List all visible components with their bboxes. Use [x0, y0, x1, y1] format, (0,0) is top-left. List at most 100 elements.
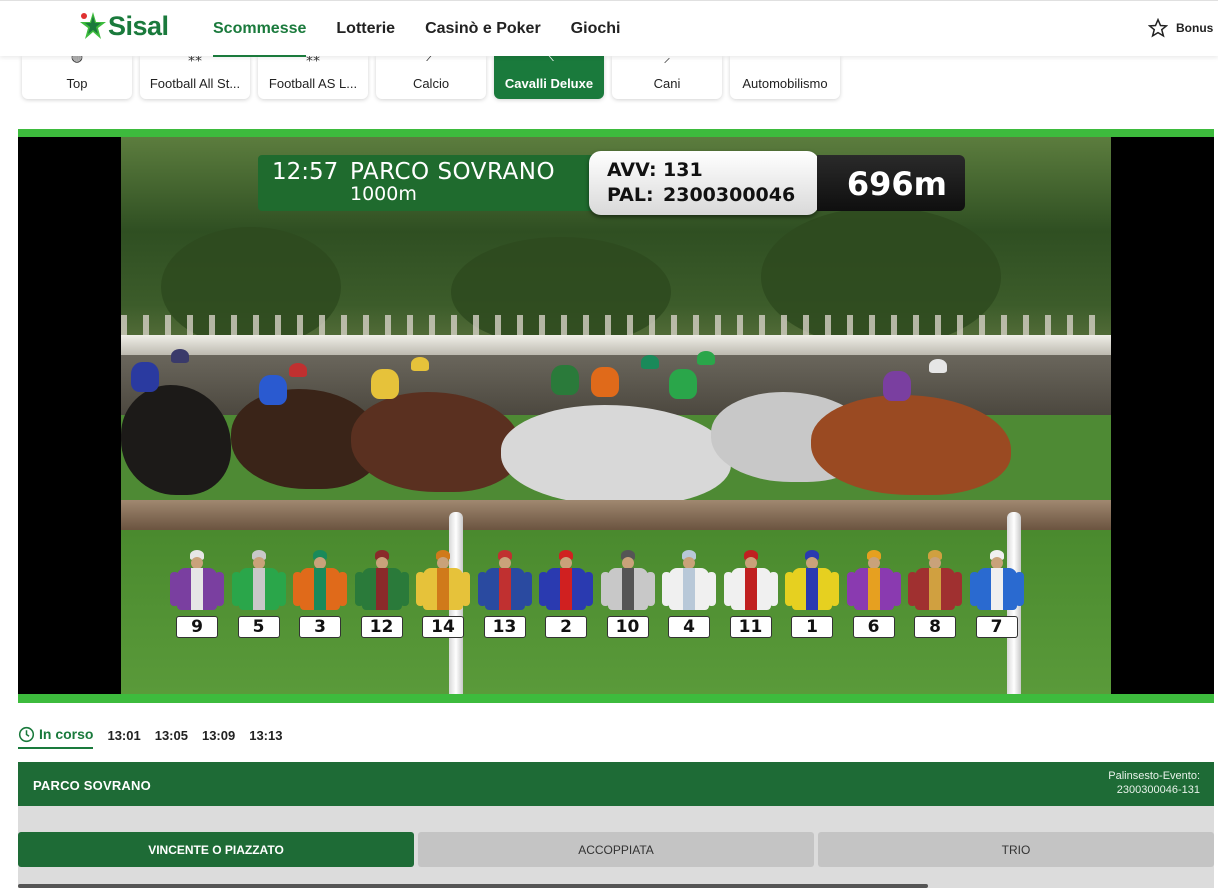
category-calcio[interactable]: ⟋ Calcio: [376, 56, 486, 99]
category-top[interactable]: ◍ Top: [22, 56, 132, 99]
silk-body: [669, 568, 709, 610]
silk-body: [361, 568, 402, 610]
jockey-shape: [883, 371, 911, 401]
football-icon: ⟋: [426, 56, 436, 64]
sisal-logo[interactable]: Sisal: [80, 11, 169, 42]
category-label: Cani: [653, 76, 681, 91]
category-automobilismo[interactable]: Automobilismo: [730, 56, 840, 99]
nav-casino-poker[interactable]: Casinò e Poker: [410, 1, 556, 57]
bet-tab-trio[interactable]: TRIO: [818, 832, 1214, 867]
runner-silk: 12: [354, 550, 410, 640]
bet-tab-accoppiata[interactable]: ACCOPPIATA: [418, 832, 814, 867]
silk-body: [976, 568, 1017, 610]
tab-in-corso[interactable]: In corso: [18, 721, 94, 749]
runner-number: 5: [237, 616, 280, 638]
category-football-as-league[interactable]: ⁂ Football AS L...: [258, 56, 368, 99]
race-video-player[interactable]: 12:57 PARCO SOVRANO 1000m AVV: 131 PAL: …: [18, 129, 1214, 703]
category-label: Automobilismo: [742, 76, 828, 91]
jockey-helmet: [171, 349, 189, 363]
event-meta: Palinsesto-Evento: 2300300046-131: [1108, 769, 1200, 797]
bet-area: VINCENTE O PIAZZATO ACCOPPIATA TRIO: [18, 806, 1214, 888]
runner-number: 12: [360, 616, 403, 638]
tab-race-time[interactable]: 13:09: [202, 721, 235, 749]
bonus-label: Bonus: [1176, 21, 1214, 35]
runner-silk: 14: [415, 550, 471, 640]
content-edge: [18, 884, 928, 888]
distance-remaining: 696m: [846, 165, 947, 203]
silk-body: [484, 568, 525, 610]
star-logo-icon: [80, 11, 106, 39]
race-distance: 1000m: [350, 183, 417, 205]
runner-number: 11: [729, 616, 772, 638]
runner-silk: 10: [600, 550, 656, 640]
jockey-helmet: [411, 357, 429, 371]
distance-remaining-banner: 696m: [817, 155, 965, 211]
bonus-link[interactable]: Bonus: [1148, 18, 1213, 38]
runner-number: 8: [914, 616, 956, 638]
jockey-helmet: [289, 363, 307, 377]
nav-scommesse[interactable]: Scommesse: [198, 1, 321, 57]
far-rail: [121, 335, 1111, 355]
race-track-name: PARCO SOVRANO: [350, 159, 556, 185]
main-nav: Scommesse Lotterie Casinò e Poker Giochi: [198, 1, 635, 57]
race-time-tabs: In corso 13:01 13:05 13:09 13:13: [18, 720, 296, 750]
jockey-shape: [259, 375, 287, 405]
runner-number: 14: [422, 616, 464, 638]
nav-giochi[interactable]: Giochi: [556, 1, 636, 57]
trophy-icon: ◍: [70, 56, 84, 64]
pal-value: 2300300046: [663, 184, 796, 206]
race-info-banner: 12:57 PARCO SOVRANO 1000m: [258, 155, 598, 211]
jockey-shape: [371, 369, 399, 399]
runner-number: 13: [483, 616, 526, 638]
dog-icon: ⸝: [663, 56, 671, 65]
jockey-shape: [131, 362, 159, 392]
bet-tab-vincente-piazzato[interactable]: VINCENTE O PIAZZATO: [18, 832, 414, 867]
category-label: Calcio: [412, 76, 450, 91]
runner-silk: 5: [231, 550, 287, 640]
clock-icon: [18, 726, 35, 742]
avv-label: AVV:: [607, 159, 657, 181]
runner-silk: 9: [169, 550, 225, 640]
nav-lotterie[interactable]: Lotterie: [321, 1, 410, 57]
category-label: Football All St...: [149, 76, 241, 91]
runner-silk: 3: [292, 550, 348, 640]
event-meta-value: 2300300046-131: [1116, 784, 1200, 796]
near-rail: [121, 500, 1111, 530]
jockey-shape: [551, 365, 579, 395]
runner-silk: 8: [907, 550, 963, 640]
silk-body: [423, 568, 463, 610]
silk-body: [300, 568, 340, 610]
category-cavalli-deluxe[interactable]: ⟍ Cavalli Deluxe: [494, 56, 604, 99]
category-tabs: ◍ Top ⁂ Football All St... ⁂ Football AS…: [22, 56, 840, 100]
pal-label: PAL:: [607, 184, 654, 206]
category-cani[interactable]: ⸝ Cani: [612, 56, 722, 99]
jockey-helmet: [929, 359, 947, 373]
category-football-all-stars[interactable]: ⁂ Football All St...: [140, 56, 250, 99]
runner-silk: 13: [477, 550, 533, 640]
tab-label: In corso: [39, 726, 94, 742]
tab-race-time[interactable]: 13:13: [249, 721, 282, 749]
runner-number: 9: [176, 616, 218, 638]
race-time: 12:57: [272, 159, 339, 185]
jockey-helmet: [641, 355, 659, 369]
runner-number: 10: [606, 616, 649, 638]
runner-silk: 6: [846, 550, 902, 640]
event-meta-label: Palinsesto-Evento:: [1108, 770, 1200, 782]
category-label: Cavalli Deluxe: [504, 76, 594, 91]
avv-value: 131: [663, 159, 703, 181]
category-label: Football AS L...: [268, 76, 358, 91]
jockey-shape: [591, 367, 619, 397]
silk-body: [238, 568, 279, 610]
silk-body: [546, 568, 586, 610]
star-outline-icon: [1148, 18, 1168, 38]
stars-icon: ⁂: [306, 56, 320, 64]
tab-race-time[interactable]: 13:05: [155, 721, 188, 749]
tab-race-time[interactable]: 13:01: [107, 721, 140, 749]
runner-silk: 11: [723, 550, 779, 640]
jockey-shape: [669, 369, 697, 399]
runner-silk: 4: [661, 550, 717, 640]
stars-icon: ⁂: [188, 56, 202, 64]
logo-text: Sisal: [108, 11, 169, 41]
category-label: Top: [66, 76, 88, 91]
bet-type-tabs: VINCENTE O PIAZZATO ACCOPPIATA TRIO: [18, 832, 1214, 867]
